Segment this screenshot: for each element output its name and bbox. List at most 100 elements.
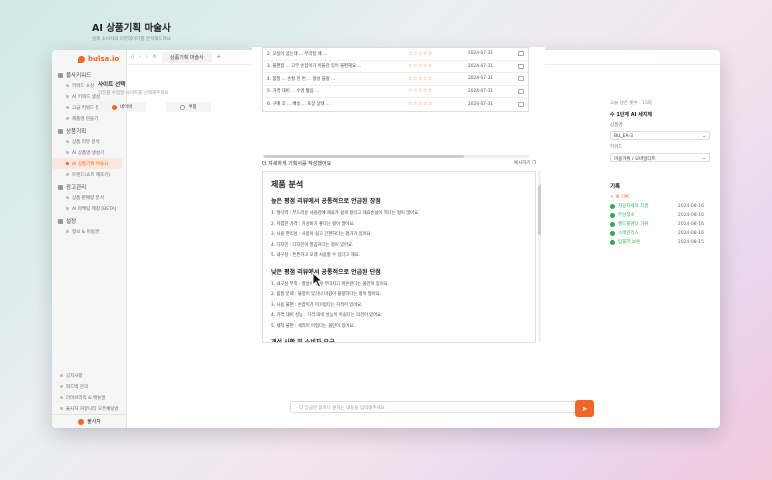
scrollbar-thumb[interactable] bbox=[264, 155, 464, 158]
community-link[interactable]: 불사자 커뮤니티 오픈채팅방 bbox=[52, 403, 127, 414]
table-row: 6. 구매 후 ... 배송 ... 포장 상태 ... ☆☆☆☆☆ 2024-07… bbox=[263, 98, 528, 111]
settings-title: 사이트 선택 bbox=[98, 82, 126, 88]
review-text: 4. 품질 ... 손질 한 번 ... 칼날 불량 ... bbox=[267, 76, 336, 82]
forward-icon[interactable]: › bbox=[146, 54, 148, 60]
send-button[interactable]: ➤ bbox=[575, 400, 594, 417]
new-tab-button[interactable]: + bbox=[217, 54, 221, 60]
sidebar-item[interactable]: 상품 리뷰 분석 bbox=[52, 136, 126, 147]
history-title: 기록 bbox=[610, 184, 621, 190]
chat-input[interactable]: 더 궁금한 점이나 원하는 내용을 입력해주세요 bbox=[290, 401, 580, 413]
list-item: 4. 가격 대비 성능 : 가격 대비 성능이 아쉽다는 의견이 있어요. bbox=[271, 313, 383, 318]
chat-icon bbox=[60, 407, 63, 410]
settings-subtitle: 리뷰를 수집할 사이트를 선택해주세요 bbox=[98, 91, 169, 96]
bullet-icon bbox=[66, 117, 69, 120]
sidebar-item[interactable]: AI 상품기획 마술사 bbox=[52, 158, 122, 169]
tab-current[interactable]: 상품기획 마술사 bbox=[161, 51, 212, 63]
list-item: 5. 내구성 : 튼튼하고 오래 사용할 수 있다고 해요. bbox=[271, 253, 360, 258]
review-date: 2024-07-31 bbox=[468, 101, 493, 107]
history-date: 2024-08-16 bbox=[677, 230, 704, 236]
send-icon: ➤ bbox=[581, 404, 588, 413]
sidebar-item[interactable]: AI 마케팅 매칭 [BETA] bbox=[52, 203, 126, 214]
logo-icon bbox=[78, 55, 85, 63]
user-profile[interactable]: 불사자 bbox=[52, 414, 127, 428]
review-text: 2. 오징어 굽는데 ... 부러질 때 ... bbox=[267, 51, 328, 57]
answer-heading: 더 자세하게 기획서를 작성했어요 bbox=[262, 161, 332, 167]
history-item[interactable]: 무선청소 2024-08-16 bbox=[610, 212, 710, 218]
list-item: 1. 내구성 부족 : 칼날이 쉽게 무뎌지고 파손된다는 불만이 있어요. bbox=[271, 281, 390, 287]
book-icon bbox=[60, 396, 63, 399]
copy-icon[interactable] bbox=[518, 76, 524, 82]
site-settings: 사이트 선택 리뷰를 수집할 사이트를 선택해주세요 네이버 쿠팡 bbox=[98, 80, 248, 112]
library-link[interactable]: 라이브러리 & 매뉴얼 bbox=[52, 392, 127, 403]
radio-coupang[interactable]: 쿠팡 bbox=[166, 102, 211, 112]
table-row: 3. 불편함 ... 고무 손잡이가 이물감 있어 불편해요 ... ☆☆☆☆☆ 2… bbox=[263, 61, 528, 73]
review-date: 2024-07-31 bbox=[468, 76, 493, 82]
section-heading: 개선 사항 및 소비자 요구 bbox=[271, 339, 335, 343]
sidebar-item[interactable]: 정보 & 이용권 bbox=[52, 226, 126, 237]
sidebar-group[interactable]: 상품기획 bbox=[52, 124, 126, 136]
history-date: 2024-08-15 bbox=[677, 239, 704, 245]
sidebar-toggle-icon[interactable]: ▯ bbox=[131, 54, 134, 60]
new-history-button[interactable]: + 새 기록 bbox=[610, 194, 710, 200]
history-item[interactable]: 핸드블렌더 가위 2024-08-16 bbox=[610, 221, 710, 227]
copy-icon[interactable] bbox=[518, 101, 524, 107]
chevron-down-icon: ⌄ bbox=[702, 134, 706, 139]
back-icon[interactable]: ‹ bbox=[139, 54, 141, 60]
history-item[interactable]: 스테인리스 2024-08-16 bbox=[610, 230, 710, 236]
review-table: 2. 오징어 굽는데 ... 부러질 때 ... ☆☆☆☆☆ 2024-07-31 3… bbox=[262, 47, 529, 112]
report-title: 제품 분석 bbox=[271, 180, 304, 189]
list-item: 2. 품질 문제 : 불량이 있거나 마감이 불량하다는 평이 많아요. bbox=[271, 292, 382, 297]
history-item[interactable]: 자동차세차 지름 2024-08-16 bbox=[610, 203, 710, 209]
bullet-icon bbox=[66, 151, 69, 154]
product-name-field[interactable]: BU_EA-3 ⌄ bbox=[610, 131, 710, 140]
feedback-link[interactable]: 피드백 문의 bbox=[52, 381, 127, 392]
status-dot-icon bbox=[610, 221, 615, 227]
table-row: 4. 품질 ... 손질 한 번 ... 칼날 불량 ... ☆☆☆☆☆ 2024-… bbox=[263, 73, 528, 86]
folder-icon bbox=[58, 128, 63, 134]
sidebar-item[interactable]: 제품명 만들기 bbox=[52, 113, 126, 124]
folder-icon bbox=[58, 72, 63, 78]
bullet-icon bbox=[66, 140, 69, 143]
radio-naver[interactable]: 네이버 bbox=[98, 102, 147, 112]
copy-icon[interactable] bbox=[518, 51, 524, 57]
logo-text: bulsa.io bbox=[88, 55, 120, 63]
list-item: 1. 절삭력 : 부드러운 사용감에 재료가 쉽게 잘리고 재료손실이 적다는 … bbox=[271, 211, 420, 216]
star-rating: ☆☆☆☆☆ bbox=[408, 63, 433, 70]
history-name: 핸드블렌더 가위 bbox=[618, 222, 649, 227]
history-list: 자동차세차 지름 2024-08-16 무선청소 2024-08-16 핸드블렌더 가위… bbox=[610, 203, 710, 245]
history-date: 2024-08-16 bbox=[677, 212, 704, 218]
review-date: 2024-07-31 bbox=[468, 88, 493, 94]
refresh-icon[interactable]: ↻ bbox=[153, 54, 157, 60]
section-heading: 낮은 평점 리뷰에서 공통적으로 언급된 단점 bbox=[271, 268, 381, 276]
review-text: 5. 가격 대비 ... 수명 짧음 ... bbox=[267, 89, 320, 95]
bullet-icon bbox=[66, 230, 69, 233]
list-item: 3. 사용 편리성 : 사용이 쉽고 간편하다는 평가가 있어요. bbox=[271, 232, 372, 237]
notice-link[interactable]: 공지사항 bbox=[52, 370, 127, 381]
bullet-icon bbox=[66, 173, 69, 176]
status-dot-icon bbox=[610, 230, 615, 236]
sidebar-group[interactable]: 불사키워드 bbox=[52, 68, 126, 80]
folder-icon bbox=[58, 184, 63, 190]
horizontal-scrollbar[interactable] bbox=[262, 155, 529, 158]
vertical-scrollbar[interactable] bbox=[538, 171, 541, 343]
sidebar-group[interactable]: 설정 bbox=[52, 214, 126, 226]
copy-icon[interactable] bbox=[518, 63, 524, 69]
radio-dot-icon bbox=[180, 104, 186, 110]
sidebar-item[interactable]: AI 상품명 생성기 bbox=[52, 147, 126, 158]
copy-icon[interactable] bbox=[518, 88, 524, 94]
history-item[interactable]: 텀블러 보온 2024-08-15 bbox=[610, 239, 710, 245]
sidebar-item[interactable]: 상품 판매량 분석 bbox=[52, 192, 126, 203]
copy-button[interactable]: 복사하기 ❐ bbox=[514, 160, 536, 167]
radio-dot-icon bbox=[112, 104, 117, 110]
sidebar-group[interactable]: 광고관리 bbox=[52, 180, 126, 192]
site-radio-group: 네이버 쿠팡 bbox=[98, 102, 248, 112]
bullet-icon bbox=[66, 207, 69, 210]
analysis-report: 제품 분석 높은 평점 리뷰에서 공통적으로 언급된 장점 1. 절삭력 : 부드… bbox=[262, 171, 536, 343]
keyword-field[interactable]: 미용가위 / 모바일다트 ⌄ bbox=[610, 153, 710, 162]
mode-label: 수 1단계 AI 세지체 bbox=[610, 112, 653, 118]
scrollbar-thumb[interactable] bbox=[538, 185, 541, 235]
sidebar-item[interactable]: 트렌드(쇼트 제조기) bbox=[52, 169, 126, 180]
history-date: 2024-08-16 bbox=[677, 203, 704, 209]
usage-hint: 오늘 남은 횟수 : 15회 bbox=[610, 101, 652, 106]
logo[interactable]: bulsa.io bbox=[52, 50, 126, 68]
